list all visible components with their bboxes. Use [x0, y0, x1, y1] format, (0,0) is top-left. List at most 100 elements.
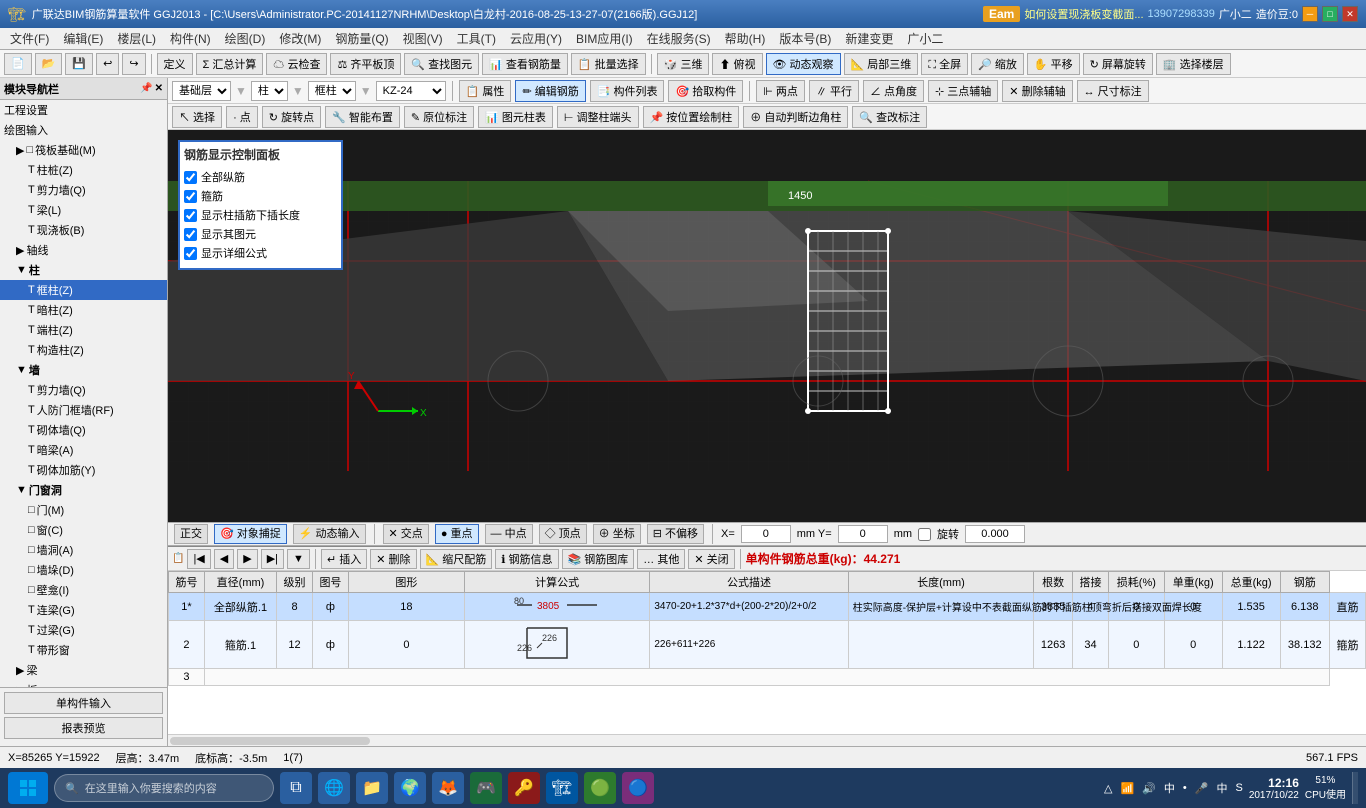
- clock-area[interactable]: 12:16 2017/10/22: [1249, 776, 1299, 801]
- draw-by-pos-button[interactable]: 📌 按位置绘制柱: [643, 106, 740, 128]
- sidebar-item-end-col[interactable]: T 端柱(Z): [0, 320, 167, 340]
- volume-icon[interactable]: 🔊: [1142, 782, 1156, 795]
- check-stirrup-input[interactable]: [184, 190, 197, 203]
- select-floor-button[interactable]: 🏢 选择楼层: [1156, 53, 1231, 75]
- define-button[interactable]: 定义: [157, 53, 193, 75]
- undo-button[interactable]: ↩: [96, 53, 119, 75]
- sidebar-item-door-window[interactable]: ▼ 门窗洞: [0, 480, 167, 500]
- right-info[interactable]: 如何设置现浇板变截面...: [1024, 6, 1143, 22]
- h-scrollbar-thumb[interactable]: [170, 737, 370, 745]
- menu-file[interactable]: 文件(F): [4, 28, 55, 49]
- rotate-point-tool[interactable]: ↻ 旋转点: [262, 106, 321, 128]
- table-row[interactable]: 1* 全部纵筋.1 8 ф 18 3805: [169, 593, 1366, 621]
- sidebar-item-slab[interactable]: ▶ 板: [0, 680, 167, 687]
- scale-rebar-button[interactable]: 📐 缩尺配筋: [420, 549, 493, 569]
- check-stirrup[interactable]: 箍筋: [184, 188, 337, 204]
- check-label-button[interactable]: 🔍 查改标注: [852, 106, 927, 128]
- sougou-icon[interactable]: S: [1235, 782, 1242, 794]
- sidebar-item-construct-col[interactable]: T 构造柱(Z): [0, 340, 167, 360]
- show-desktop-button[interactable]: [1352, 772, 1358, 804]
- menu-rebar[interactable]: 钢筋量(Q): [329, 28, 394, 49]
- check-detail-formula[interactable]: 显示详细公式: [184, 245, 337, 261]
- dim-button[interactable]: ↔ 尺寸标注: [1077, 80, 1149, 102]
- y-input[interactable]: [838, 525, 888, 543]
- close-panel-button[interactable]: ✕ 关闭: [688, 549, 734, 569]
- dynamic-obs-button[interactable]: 👁 动态观察: [766, 53, 841, 75]
- menu-view[interactable]: 视图(V): [397, 28, 449, 49]
- two-point-button[interactable]: ⊩ 两点: [756, 80, 805, 102]
- prev-page-button[interactable]: ◀: [214, 549, 234, 569]
- point-tool[interactable]: · 点: [226, 106, 258, 128]
- taskbar-icon-app3[interactable]: 🏗: [546, 772, 578, 804]
- x-input[interactable]: [741, 525, 791, 543]
- sidebar-item-hidden-beam[interactable]: T 暗梁(A): [0, 440, 167, 460]
- property-button[interactable]: 📋 属性: [459, 80, 512, 102]
- save-button[interactable]: 💾: [65, 53, 93, 75]
- midpoint-top-button[interactable]: ● 重点: [435, 524, 479, 544]
- sidebar-item-hidden-col[interactable]: T 暗柱(Z): [0, 300, 167, 320]
- point-angle-button[interactable]: ∠ 点角度: [863, 80, 924, 102]
- mic-icon[interactable]: 🎤: [1195, 782, 1209, 795]
- sidebar-item-pile-column[interactable]: T 柱桩(Z): [0, 160, 167, 180]
- smart-place-button[interactable]: 🔧 智能布置: [325, 106, 400, 128]
- midpoint-button[interactable]: — 中点: [485, 524, 533, 544]
- calc-button[interactable]: Σ 汇总计算: [196, 53, 264, 75]
- table-row[interactable]: 2 箍筋.1 12 ф 0 226: [169, 621, 1366, 669]
- sidebar-item-coupling-beam[interactable]: T 连梁(G): [0, 600, 167, 620]
- top-view-button[interactable]: ⬆ 俯视: [712, 53, 762, 75]
- level-button[interactable]: ⚖ 齐平板顶: [330, 53, 401, 75]
- tray-icon-1[interactable]: △: [1104, 782, 1112, 795]
- menu-help[interactable]: 帮助(H): [719, 28, 772, 49]
- maximize-button[interactable]: □: [1322, 6, 1338, 22]
- search-bar[interactable]: 🔍 在这里输入你要搜索的内容: [54, 774, 274, 802]
- taskbar-icon-app5[interactable]: 🔵: [622, 772, 654, 804]
- ortho-button[interactable]: 正交: [174, 524, 208, 544]
- ime-icon[interactable]: 中: [1216, 780, 1227, 796]
- input-method-icon[interactable]: 中: [1164, 780, 1175, 796]
- menu-element[interactable]: 构件(N): [164, 28, 217, 49]
- network-icon[interactable]: 📶: [1121, 782, 1135, 795]
- menu-online[interactable]: 在线服务(S): [641, 28, 717, 49]
- intersect-button[interactable]: ✕ 交点: [383, 524, 429, 544]
- last-page-button[interactable]: ▶|: [261, 549, 284, 569]
- sidebar-item-raft[interactable]: ▶ □ 筏板基础(M): [0, 140, 167, 160]
- elem-type-select[interactable]: 框柱: [308, 81, 356, 101]
- next-page-button[interactable]: ▶: [237, 549, 257, 569]
- dynamic-input-button[interactable]: ⚡ 动态输入: [293, 524, 366, 544]
- sidebar-item-window[interactable]: □ 窗(C): [0, 520, 167, 540]
- taskbar-icon-explorer[interactable]: 📁: [356, 772, 388, 804]
- sidebar-item-column[interactable]: ▼ 柱: [0, 260, 167, 280]
- first-page-button[interactable]: |◀: [187, 549, 210, 569]
- edit-rebar-button[interactable]: ✏ 编辑钢筋: [515, 80, 585, 102]
- menu-new-change[interactable]: 新建变更: [839, 28, 899, 49]
- rotate-input[interactable]: [965, 525, 1025, 543]
- adjust-col-end-button[interactable]: ⊢ 调整柱端头: [557, 106, 639, 128]
- sidebar-pin-icon[interactable]: 📌: [140, 83, 152, 94]
- h-scrollbar[interactable]: [168, 734, 1366, 746]
- vertex-button[interactable]: ◇ 顶点: [539, 524, 587, 544]
- sidebar-item-shearwall-base[interactable]: T 剪力墙(Q): [0, 180, 167, 200]
- taskbar-icon-app4[interactable]: 🟢: [584, 772, 616, 804]
- sidebar-item-frame-col[interactable]: T 框柱(Z): [0, 280, 167, 300]
- menu-modify[interactable]: 修改(M): [273, 28, 327, 49]
- rotate-checkbox[interactable]: [918, 528, 931, 541]
- batch-select-button[interactable]: 📋 批量选择: [571, 53, 646, 75]
- rebar-lib-button[interactable]: 📚 钢筋图库: [562, 549, 635, 569]
- snap-button[interactable]: 🎯 对象捕捉: [214, 524, 287, 544]
- sidebar-item-shear-wall[interactable]: T 剪力墙(Q): [0, 380, 167, 400]
- taskbar-icon-app1[interactable]: 🎮: [470, 772, 502, 804]
- pan-button[interactable]: ✋ 平移: [1027, 53, 1080, 75]
- sidebar-item-axis[interactable]: ▶ 轴线: [0, 240, 167, 260]
- menu-version[interactable]: 版本号(B): [773, 28, 837, 49]
- menu-tools[interactable]: 工具(T): [451, 28, 502, 49]
- check-insert-len[interactable]: 显示柱插筋下插长度: [184, 207, 337, 223]
- table-row[interactable]: 3: [169, 669, 1366, 686]
- parallel-button[interactable]: ∥ 平行: [809, 80, 859, 102]
- check-other-elem-input[interactable]: [184, 228, 197, 241]
- menu-edit[interactable]: 编辑(E): [57, 28, 109, 49]
- local-3d-button[interactable]: 📐 局部三维: [844, 53, 919, 75]
- sidebar-item-beam[interactable]: ▶ 梁: [0, 660, 167, 680]
- sidebar-item-draw-input[interactable]: 绘图输入: [0, 120, 167, 140]
- other-button[interactable]: … 其他: [637, 549, 685, 569]
- del-axis-button[interactable]: ✕ 删除辅轴: [1002, 80, 1072, 102]
